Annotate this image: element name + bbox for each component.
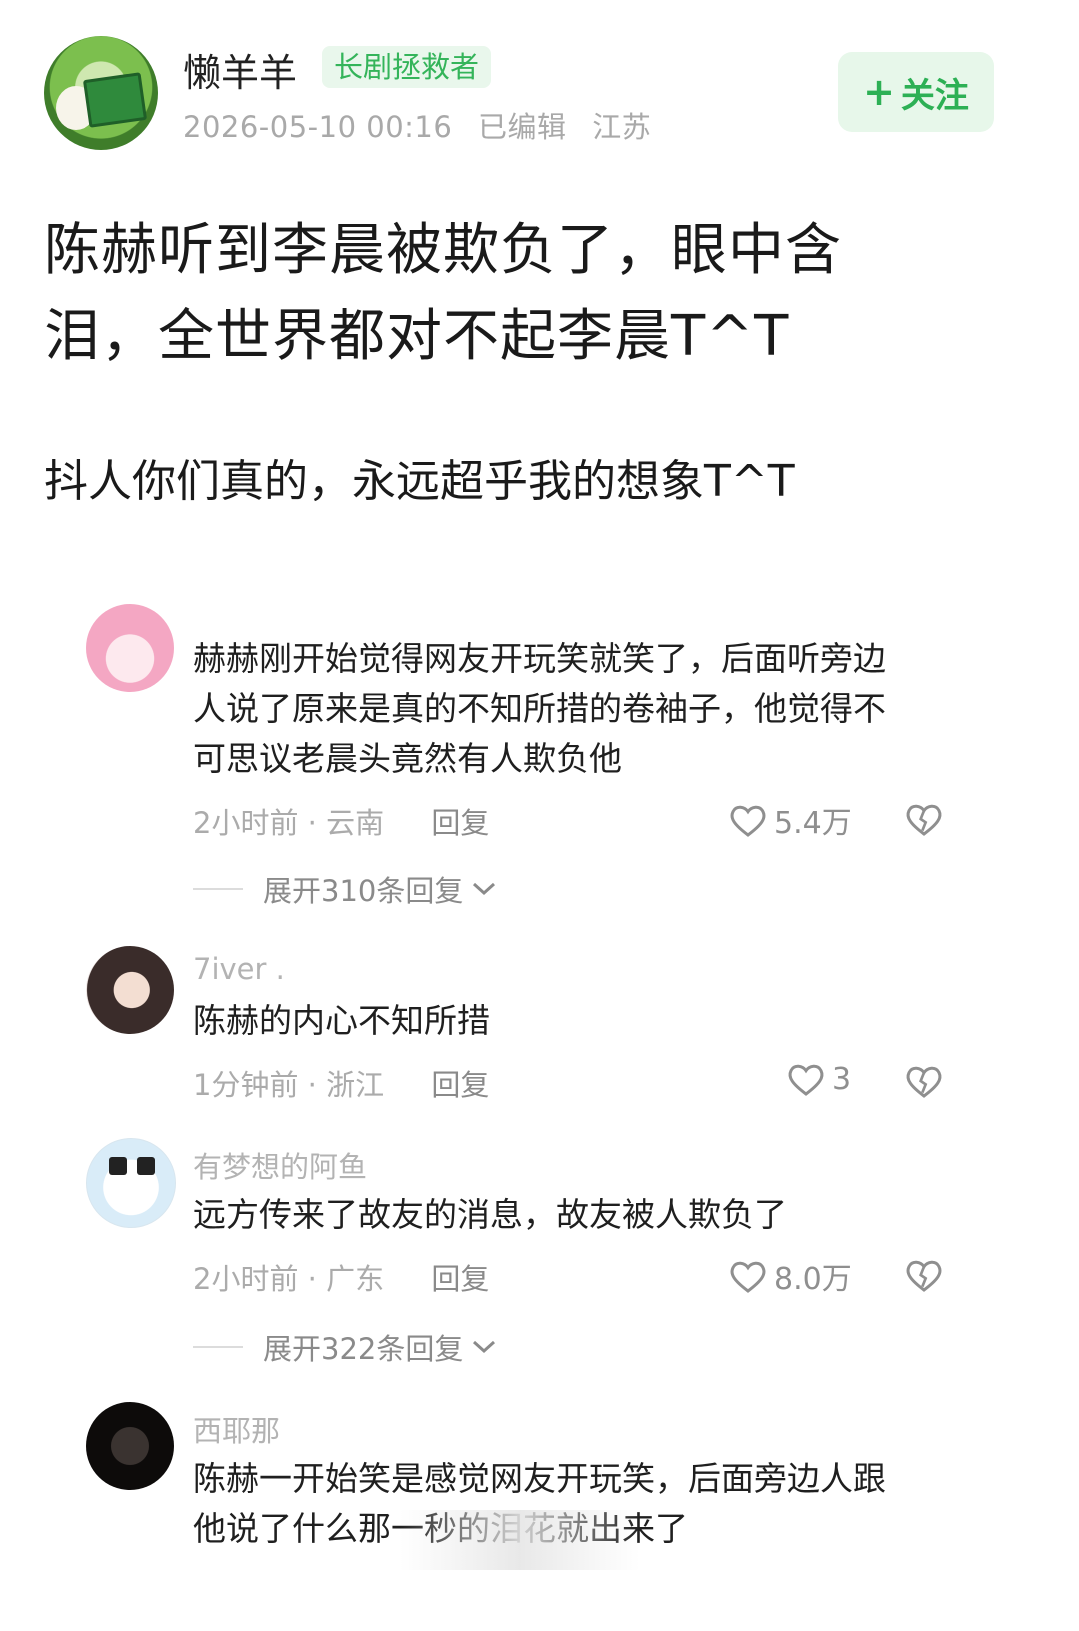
expand-replies[interactable]: 展开310条回复 [193, 868, 497, 910]
comment-text: 陈赫的内心不知所措 [193, 996, 963, 1046]
comment-meta: 1分钟前 · 浙江 回复 [193, 1068, 490, 1102]
book-illustration [82, 72, 148, 128]
post-datetime: 2026-05-10 00:16 [183, 110, 453, 144]
comment-time: 1分钟前 [193, 1068, 299, 1102]
like-button[interactable]: 8.0万 [728, 1254, 852, 1298]
author-name[interactable]: 懒羊羊 [183, 42, 297, 97]
post-title-line-2: 泪，全世界都对不起李晨T^T [44, 304, 790, 369]
cat-ear [137, 1157, 155, 1175]
comment-screenshot: 赫赫刚开始觉得网友开玩笑就笑了，后面听旁边 人说了原来是真的不知所措的卷袖子，他… [0, 590, 1079, 1631]
plus-icon: + [863, 70, 895, 114]
dislike-button[interactable] [904, 1256, 944, 1298]
comment-line: 远方传来了故友的消息，故友被人欺负了 [193, 1195, 787, 1234]
cat-ear [109, 1157, 127, 1175]
author-avatar[interactable] [44, 36, 158, 150]
comment-line: 陈赫的内心不知所措 [193, 1001, 490, 1040]
expand-replies[interactable]: 展开322条回复 [193, 1326, 497, 1368]
comment-region: 广东 [326, 1262, 385, 1296]
expand-label: 展开322条回复 [263, 1332, 464, 1366]
commenter-name[interactable]: 西耶那 [193, 1408, 280, 1450]
comment-region: 云南 [326, 806, 385, 840]
chevron-down-icon [473, 1340, 496, 1354]
author-badge: 长剧拯救者 [322, 46, 492, 88]
divider [193, 888, 243, 890]
heart-icon [788, 1064, 824, 1096]
comment-line: 陈赫一开始笑是感觉网友开玩笑，后面旁边人跟 [193, 1459, 886, 1498]
comment-meta: 2小时前 · 广东 回复 [193, 1262, 490, 1296]
commenter-name[interactable]: 7iver . [193, 952, 285, 986]
broken-heart-icon [906, 1066, 942, 1098]
commenter-avatar[interactable] [86, 946, 174, 1034]
post-title-line-1: 陈赫听到李晨被欺负了，眼中含 [44, 218, 842, 283]
comment-time: 2小时前 [193, 806, 299, 840]
like-count: 5.4万 [774, 806, 852, 841]
comment-time: 2小时前 [193, 1262, 299, 1296]
reply-button[interactable]: 回复 [431, 1068, 489, 1102]
broken-heart-icon [906, 1260, 942, 1292]
like-button[interactable]: 5.4万 [728, 798, 852, 842]
broken-heart-icon [906, 804, 942, 836]
chevron-down-icon [473, 882, 496, 896]
commenter-avatar[interactable] [86, 604, 174, 692]
post-meta: 2026-05-10 00:16 已编辑 江苏 [183, 104, 667, 146]
dislike-button[interactable] [904, 800, 944, 842]
watermark-overlay [400, 1510, 640, 1570]
comment-line: 可思议老晨头竟然有人欺负他 [193, 739, 622, 778]
post-edited-flag: 已编辑 [478, 110, 567, 144]
heart-icon [730, 805, 766, 837]
comment-text: 远方传来了故友的消息，故友被人欺负了 [193, 1190, 963, 1240]
expand-label: 展开310条回复 [263, 874, 464, 908]
post-subtitle: 抖人你们真的，永远超乎我的想象T^T [44, 456, 795, 507]
comment-region: 浙江 [326, 1068, 385, 1102]
like-button[interactable]: 3 [786, 1060, 851, 1098]
divider [193, 1346, 243, 1348]
like-count: 8.0万 [774, 1262, 852, 1297]
post-location: 江苏 [592, 110, 652, 144]
follow-label: 关注 [900, 75, 969, 116]
post-title: 陈赫听到李晨被欺负了，眼中含 泪，全世界都对不起李晨T^T [44, 208, 1034, 380]
commenter-avatar[interactable] [86, 1138, 176, 1228]
comment-line: 人说了原来是真的不知所措的卷袖子，他觉得不 [193, 689, 886, 728]
comment-text: 赫赫刚开始觉得网友开玩笑就笑了，后面听旁边 人说了原来是真的不知所措的卷袖子，他… [193, 634, 963, 784]
follow-button[interactable]: + 关注 [838, 52, 994, 132]
dislike-button[interactable] [904, 1062, 944, 1104]
commenter-name[interactable]: 有梦想的阿鱼 [193, 1144, 367, 1186]
comment-meta: 2小时前 · 云南 回复 [193, 806, 490, 840]
reply-button[interactable]: 回复 [431, 806, 489, 840]
heart-icon [730, 1261, 766, 1293]
commenter-avatar[interactable] [86, 1402, 174, 1490]
like-count: 3 [832, 1061, 852, 1097]
reply-button[interactable]: 回复 [431, 1262, 489, 1296]
comment-line: 赫赫刚开始觉得网友开玩笑就笑了，后面听旁边 [193, 639, 886, 678]
